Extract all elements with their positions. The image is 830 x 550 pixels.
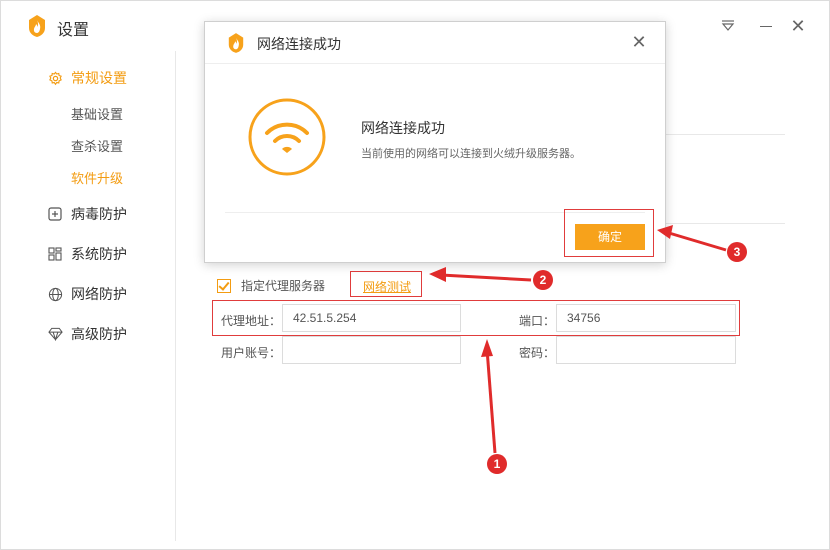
wifi-icon [248,98,326,176]
proxy-password-input[interactable] [556,336,736,364]
window-title: 设置 [57,22,90,39]
sidebar-item-label: 常规设置 [71,70,127,86]
annotation-callout-1: 1 [487,454,507,474]
proxy-address-input[interactable]: 42.51.5.254 [282,304,461,332]
proxy-user-label: 用户账号： [221,346,282,360]
dialog-message-title: 网络连接成功 [361,120,445,136]
sidebar-item-label: 高级防护 [71,326,127,342]
proxy-address-label: 代理地址： [221,314,282,328]
section-divider [665,223,785,224]
plus-square-icon [47,206,63,222]
dialog-separator [225,212,645,213]
grid-icon [47,246,63,262]
sidebar-subitem-basic[interactable]: 基础设置 [71,104,123,123]
app-logo-icon [29,15,45,37]
sidebar-item-label: 网络防护 [71,286,127,302]
section-divider [665,134,785,135]
proxy-port-label: 端口： [519,314,556,328]
sidebar-item-system-protection[interactable]: 系统防护 [47,244,127,264]
annotation-callout-3: 3 [727,242,747,262]
triangle-menu-icon[interactable] [717,15,739,37]
close-icon[interactable]: ✕ [787,15,809,37]
sidebar-item-general-settings[interactable]: 常规设置 [47,68,127,88]
sidebar-subitem-scan[interactable]: 查杀设置 [71,136,123,155]
annotation-callout-2: 2 [533,270,553,290]
proxy-password-label: 密码： [519,346,556,360]
app-logo-icon [228,33,244,53]
proxy-checkbox[interactable] [217,278,231,293]
proxy-port-input[interactable]: 34756 [556,304,736,332]
sidebar-item-virus-protection[interactable]: 病毒防护 [47,204,127,224]
globe-icon [47,286,63,302]
dialog-header: 网络连接成功 ✕ [205,22,665,64]
connection-success-dialog: 网络连接成功 ✕ 网络连接成功 当前使用的网络可以连接到火绒升级服务器。 确定 [204,21,666,263]
proxy-user-input[interactable] [282,336,461,364]
dialog-title: 网络连接成功 [257,36,341,52]
minimize-icon[interactable] [755,15,777,37]
proxy-checkbox-label: 指定代理服务器 [241,279,326,293]
settings-window: 设置 ✕ 常规设置 基础设置 查杀设置 软件升级 病毒防护 系统防护 网络防护 … [0,0,830,550]
gear-icon [47,70,63,86]
network-test-link[interactable]: 网络测试 [363,278,411,295]
sidebar-item-label: 系统防护 [71,246,127,262]
sidebar: 常规设置 基础设置 查杀设置 软件升级 病毒防护 系统防护 网络防护 高级防护 [1,51,176,541]
close-icon[interactable]: ✕ [629,32,649,52]
proxy-checkbox-row[interactable]: 指定代理服务器 [217,277,325,294]
sidebar-item-label: 病毒防护 [71,206,127,222]
dialog-message-desc: 当前使用的网络可以连接到火绒升级服务器。 [361,148,581,160]
diamond-icon [47,326,63,342]
sidebar-item-network-protection[interactable]: 网络防护 [47,284,127,304]
sidebar-subitem-upgrade[interactable]: 软件升级 [71,168,123,187]
ok-button[interactable]: 确定 [575,224,645,250]
sidebar-item-advanced-protection[interactable]: 高级防护 [47,324,127,344]
